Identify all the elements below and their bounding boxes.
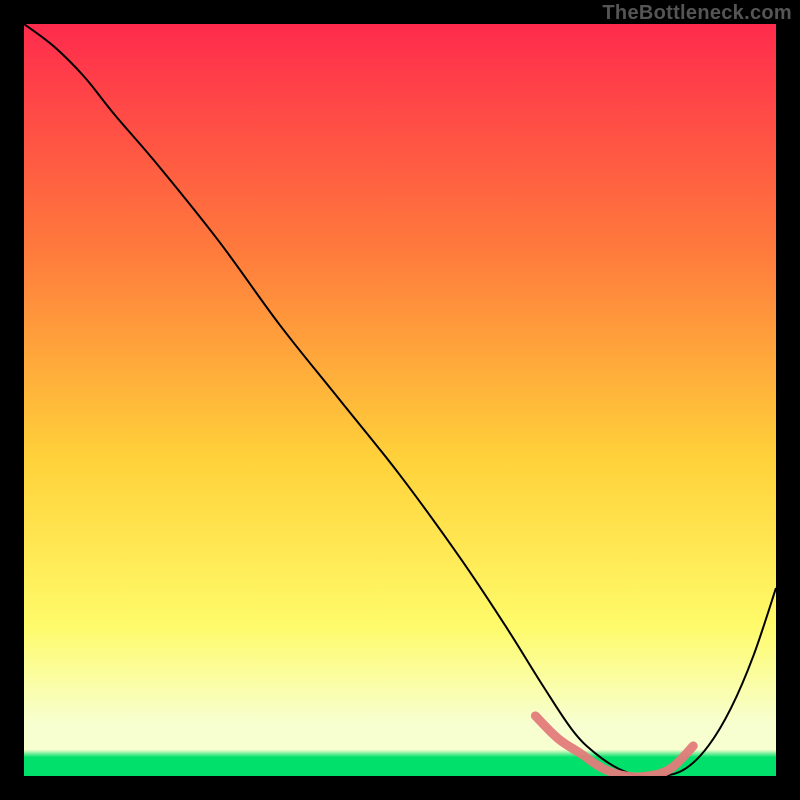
plot-area [24, 24, 776, 776]
chart-frame: TheBottleneck.com [0, 0, 800, 800]
watermark-text: TheBottleneck.com [602, 2, 792, 25]
chart-svg [24, 24, 776, 776]
chart-background [24, 24, 776, 776]
